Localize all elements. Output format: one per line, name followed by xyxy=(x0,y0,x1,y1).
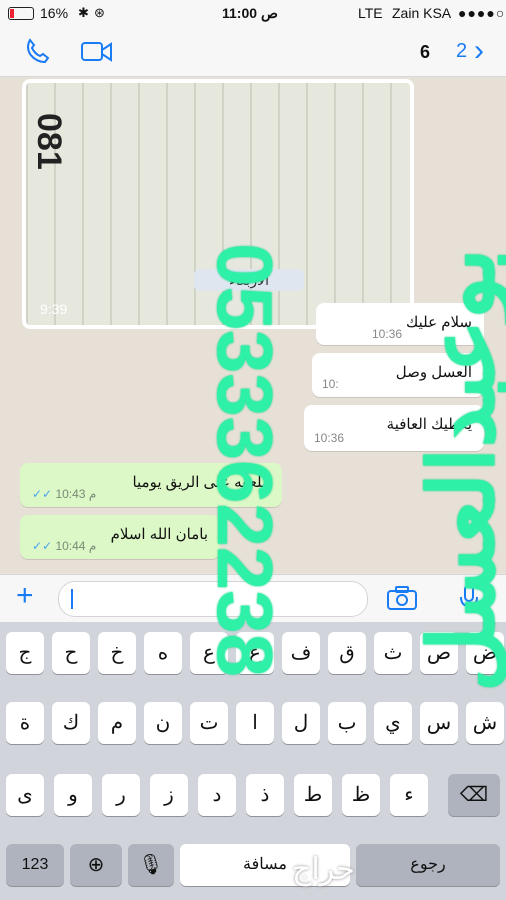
letter-key[interactable]: ى xyxy=(6,774,44,816)
image-message[interactable]: 081 9:39 xyxy=(22,79,414,329)
microphone-icon[interactable] xyxy=(458,583,480,613)
orientation-lock-icon: ⊛ xyxy=(94,5,105,20)
carrier-name: Zain KSA xyxy=(392,5,452,21)
message-time-text: 10:43 م xyxy=(55,487,97,501)
video-call-icon[interactable] xyxy=(80,40,114,64)
message-time: 10: xyxy=(322,377,339,391)
letter-key[interactable]: د xyxy=(198,774,236,816)
letter-key[interactable]: ر xyxy=(102,774,140,816)
letter-key[interactable]: ث xyxy=(374,632,412,674)
letter-key[interactable]: ب xyxy=(328,702,366,744)
text-caret xyxy=(71,589,73,609)
back-chevron-icon[interactable]: › xyxy=(474,34,484,68)
letter-key[interactable]: ف xyxy=(282,632,320,674)
letter-key[interactable]: ء xyxy=(390,774,428,816)
document-number: 081 xyxy=(30,113,68,170)
signal-icon: ●●●●○ xyxy=(458,5,506,21)
letter-key[interactable]: ه xyxy=(144,632,182,674)
message-text: العسل وصل xyxy=(395,364,472,381)
back-count[interactable]: 2 xyxy=(456,40,467,63)
letter-key[interactable]: ح xyxy=(52,632,90,674)
letter-key[interactable]: ك xyxy=(52,702,90,744)
phone-call-icon[interactable] xyxy=(22,36,52,66)
letter-key[interactable]: ض xyxy=(466,632,504,674)
read-receipt-icon: ✓✓ xyxy=(32,539,56,553)
letter-key[interactable]: ظ xyxy=(342,774,380,816)
numbers-key[interactable]: 123 xyxy=(6,844,64,886)
letter-key[interactable]: ع xyxy=(190,632,228,674)
letter-key[interactable]: ص xyxy=(420,632,458,674)
message-text: ملعقه على الريق يوميا xyxy=(132,474,270,491)
status-bar: 16% ✱ ⊛ 11:00 ص LTE Zain KSA ●●●●○ xyxy=(0,0,506,28)
letter-key[interactable]: ن xyxy=(144,702,182,744)
message-time: ✓✓ 10:44 م xyxy=(32,539,96,553)
incoming-message[interactable]: يعطيك العافية 10:36 xyxy=(304,405,484,451)
attach-plus-icon[interactable]: + xyxy=(16,579,34,613)
clock: 11:00 ص xyxy=(222,5,278,21)
letter-key[interactable]: ج xyxy=(6,632,44,674)
bluetooth-icon: ✱ xyxy=(78,5,89,20)
letter-key[interactable]: ت xyxy=(190,702,228,744)
letter-key[interactable]: ق xyxy=(328,632,366,674)
letter-key[interactable]: ز xyxy=(150,774,188,816)
outgoing-message[interactable]: بامان الله اسلام ✓✓ 10:44 م xyxy=(20,515,220,559)
letter-key[interactable]: ي xyxy=(374,702,412,744)
return-key[interactable]: رجوع xyxy=(356,844,500,886)
image-time: 9:39 xyxy=(40,301,68,317)
letter-key[interactable]: ذ xyxy=(246,774,284,816)
message-text: سلام عليك xyxy=(405,314,472,331)
incoming-message[interactable]: سلام عليك 10:36 xyxy=(316,303,484,345)
message-input[interactable] xyxy=(58,581,368,617)
message-text: يعطيك العافية xyxy=(386,416,472,433)
letter-key[interactable]: ل xyxy=(282,702,320,744)
letter-key[interactable]: ط xyxy=(294,774,332,816)
message-time: 10:36 xyxy=(372,327,403,341)
delete-key-icon[interactable]: ⌫ xyxy=(448,774,500,816)
outgoing-message[interactable]: ملعقه على الريق يوميا ✓✓ 10:43 م xyxy=(20,463,282,507)
message-text: بامان الله اسلام xyxy=(110,526,208,543)
battery-percent: 16% xyxy=(40,5,69,21)
letter-key[interactable]: ا xyxy=(236,702,274,744)
letter-key[interactable]: خ xyxy=(98,632,136,674)
letter-key[interactable]: و xyxy=(54,774,92,816)
contact-name[interactable]: 6 xyxy=(420,42,430,63)
network-type: LTE xyxy=(358,5,383,21)
keyboard: 123 ⊕ 🎙 مسافة رجوع ⌫ جحخهعغفقثصضةكمنتالب… xyxy=(0,622,506,900)
message-time: 10:36 xyxy=(314,431,345,445)
dictation-mic-icon[interactable]: 🎙 xyxy=(128,844,174,886)
letter-key[interactable]: م xyxy=(98,702,136,744)
letter-key[interactable]: س xyxy=(420,702,458,744)
incoming-message[interactable]: العسل وصل 10: xyxy=(312,353,484,397)
battery-icon xyxy=(8,7,34,20)
chat-header: 6 2 › xyxy=(0,28,506,77)
haraj-logo: حراج xyxy=(292,853,355,886)
letter-key[interactable]: ش xyxy=(466,702,504,744)
message-time-text: 10:44 م xyxy=(55,539,97,553)
date-badge: الأربعاء xyxy=(194,269,304,291)
chat-area: 081 9:39 الأربعاء سلام عليك 10:36 العسل … xyxy=(0,77,506,573)
message-input-bar: + xyxy=(0,574,506,623)
letter-key[interactable]: ة xyxy=(6,702,44,744)
globe-icon[interactable]: ⊕ xyxy=(70,844,122,886)
letter-key[interactable]: غ xyxy=(236,632,274,674)
read-receipt-icon: ✓✓ xyxy=(32,487,56,501)
message-time: ✓✓ 10:43 م xyxy=(32,487,96,501)
camera-icon[interactable] xyxy=(386,585,418,611)
